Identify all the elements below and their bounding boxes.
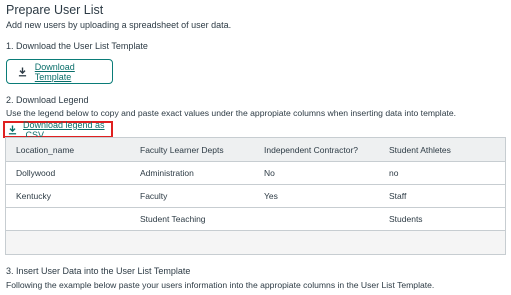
column-header: Location_name	[16, 144, 75, 155]
table-row: Dollywood Administration No no	[6, 162, 505, 185]
download-template-label: Download Template	[34, 61, 75, 82]
table-cell: Staff	[389, 191, 407, 201]
step2-help-text: Use the legend below to copy and paste e…	[6, 108, 457, 118]
step2-heading: 2. Download Legend	[6, 95, 89, 105]
legend-table: Location_name Faculty Learner Depts Inde…	[5, 137, 506, 255]
step3-help-text: Following the example below paste your u…	[6, 280, 435, 290]
table-row: Student Teaching Students	[6, 208, 505, 231]
column-header: Faculty Learner Depts	[140, 144, 224, 155]
column-header: Student Athletes	[389, 144, 451, 155]
table-cell: No	[264, 168, 275, 178]
page-title: Prepare User List	[6, 3, 104, 17]
download-icon	[18, 67, 28, 77]
table-cell: Kentucky	[16, 191, 51, 201]
column-header: Independent Contractor?	[264, 144, 359, 155]
page-subtitle: Add new users by uploading a spreadsheet…	[6, 20, 232, 30]
step3-heading: 3. Insert User Data into the User List T…	[6, 266, 191, 276]
download-legend-csv-link[interactable]: Download legend as .CSV	[3, 120, 113, 140]
table-header-row: Location_name Faculty Learner Depts Inde…	[6, 138, 505, 162]
table-cell: Dollywood	[16, 168, 56, 178]
download-icon	[8, 125, 17, 135]
table-cell: Yes	[264, 191, 278, 201]
download-template-button[interactable]: Download Template	[6, 59, 113, 84]
table-cell: Students	[389, 214, 423, 224]
table-cell: Student Teaching	[140, 214, 206, 224]
table-cell: Administration	[140, 168, 194, 178]
step1-heading: 1. Download the User List Template	[6, 41, 148, 51]
table-row: Kentucky Faculty Yes Staff	[6, 185, 505, 208]
table-cell: no	[389, 168, 399, 178]
table-cell: Faculty	[140, 191, 168, 201]
